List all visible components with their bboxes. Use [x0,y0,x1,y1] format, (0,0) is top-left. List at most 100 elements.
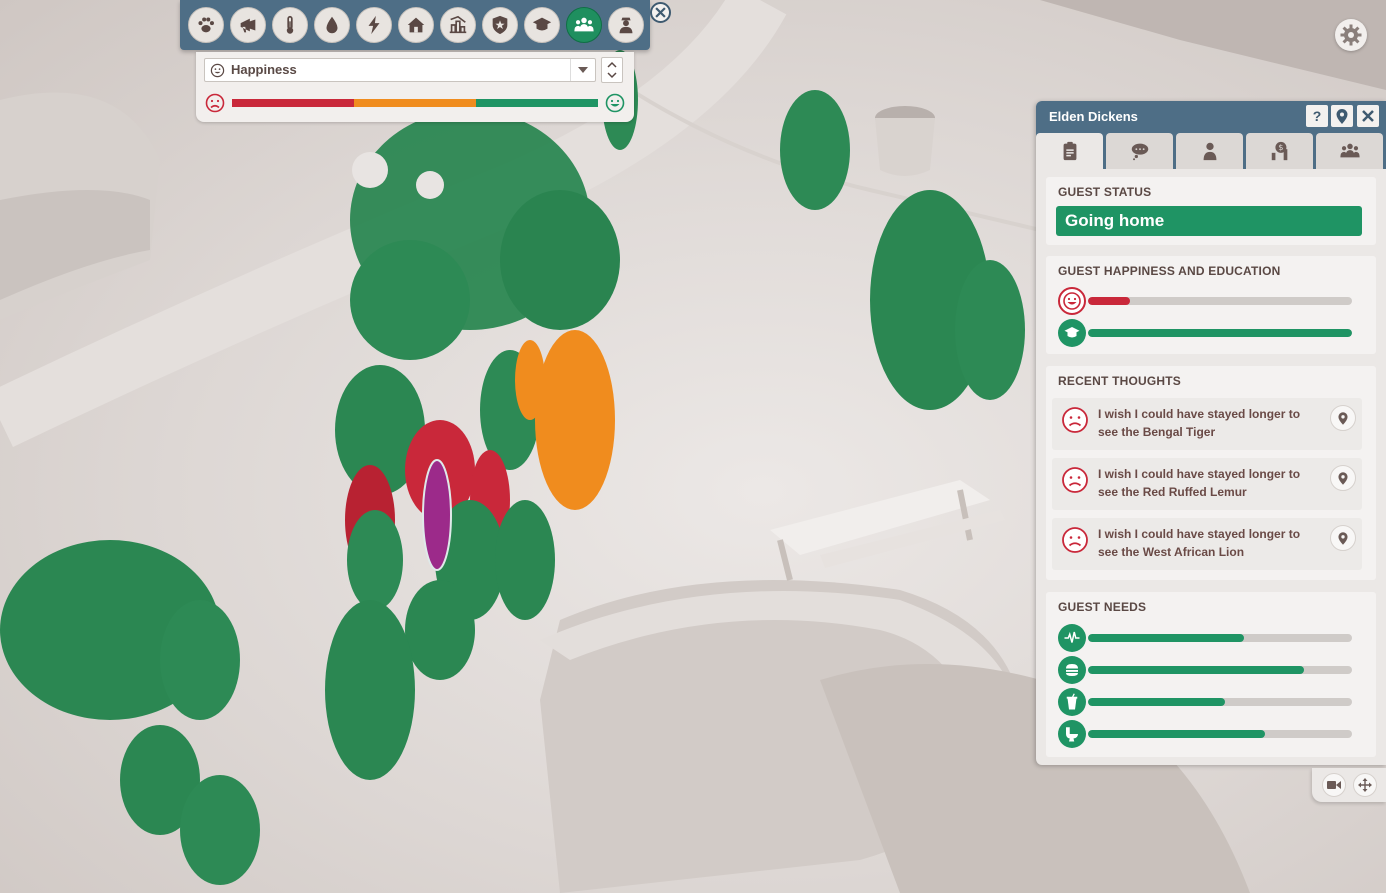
panel-footer [1312,768,1386,802]
economy-overlay-button[interactable] [440,7,476,43]
guest-needs-section: GUEST NEEDS [1046,592,1376,757]
close-panel-button[interactable] [1357,105,1379,127]
legend-segment-unhappy [232,99,354,107]
education-fill [1088,329,1352,337]
legend-segment-happy [476,99,598,107]
thought-item: I wish I could have stayed longer to see … [1052,398,1362,450]
dropdown-arrow[interactable] [570,59,595,81]
locate-thought-button[interactable] [1330,405,1356,431]
thought-text: I wish I could have stayed longer to see … [1098,405,1328,441]
temperature-overlay-button[interactable] [272,7,308,43]
need-meter [1058,688,1364,716]
status-badge: Going home [1056,206,1362,236]
megaphone-overlay-button[interactable] [230,7,266,43]
locate-thought-button[interactable] [1330,525,1356,551]
need-track [1088,730,1352,738]
sad-face-icon [1062,467,1088,493]
need-meter [1058,624,1364,652]
move-panel-button[interactable] [1353,773,1377,797]
need-meter [1058,720,1364,748]
security-overlay-button[interactable] [482,7,518,43]
overlay-type-dropdown[interactable]: Happiness [204,58,596,82]
happiness-fill [1088,297,1131,305]
move-arrows-icon [1358,778,1372,792]
locate-guest-button[interactable] [1331,105,1353,127]
settings-button[interactable] [1335,19,1367,51]
education-overlay-button[interactable] [524,7,560,43]
lightning-icon [368,15,380,35]
power-overlay-button[interactable] [356,7,392,43]
burger-icon [1058,656,1086,684]
shelter-overlay-button[interactable] [398,7,434,43]
location-pin-icon [1338,411,1348,425]
tab-overview[interactable] [1036,133,1103,169]
chevron-down-icon [578,67,588,73]
svg-text:$: $ [1278,142,1283,152]
close-icon [655,7,666,18]
need-track [1088,634,1352,642]
sad-face-icon [205,93,225,113]
paw-overlay-button[interactable] [188,7,224,43]
clipboard-icon [1063,141,1076,161]
overlay-close-button[interactable] [650,2,671,23]
guests-overlay-button[interactable] [566,7,602,43]
toilet-icon [1058,720,1086,748]
happiness-meter [1058,287,1364,315]
thought-item: I wish I could have stayed longer to see … [1052,518,1362,570]
need-fill [1088,698,1226,706]
tab-finances[interactable]: $ [1246,133,1313,169]
overlay-toolbar [180,0,650,50]
staff-overlay-button[interactable] [608,7,644,43]
happiness-education-section: GUEST HAPPINESS AND EDUCATION [1046,256,1376,354]
locate-thought-button[interactable] [1330,465,1356,491]
trash-can [875,106,935,176]
tab-thoughts[interactable] [1106,133,1173,169]
location-pin-icon [1338,471,1348,485]
dropdown-selected-value: Happiness [231,62,297,77]
panel-header: Elden Dickens ? [1036,101,1386,131]
need-meter [1058,656,1364,684]
megaphone-icon [240,18,256,33]
follow-camera-button[interactable] [1322,773,1346,797]
need-fill [1088,666,1305,674]
guest-name: Elden Dickens [1049,109,1138,124]
close-icon [1362,110,1374,122]
water-overlay-button[interactable] [314,7,350,43]
need-fill [1088,730,1265,738]
section-title: GUEST NEEDS [1058,600,1147,614]
gear-icon [1340,24,1362,46]
chart-building-icon [449,15,467,34]
happy-face-icon [1058,287,1086,315]
thought-line-2: see the Red Ruffed Lemur [1098,485,1247,499]
guests-icon [574,17,594,32]
need-track [1088,698,1352,706]
section-title: GUEST STATUS [1058,185,1152,199]
security-badge-icon [492,15,508,35]
legend-segment-neutral [354,99,476,107]
location-pin-icon [1336,108,1348,124]
happiness-track [1088,297,1352,305]
overlay-settings-panel: Happiness [196,52,634,122]
paw-icon [198,17,214,33]
happiness-legend-bar [232,99,598,107]
overlay-stepper[interactable] [601,57,623,83]
graduation-cap-icon [1058,319,1086,347]
tab-guest[interactable] [1176,133,1243,169]
heartbeat-icon [1058,624,1086,652]
panel-tabs: $ [1036,131,1386,169]
education-meter [1058,319,1364,347]
group-icon [1339,143,1360,158]
tab-group[interactable] [1316,133,1383,169]
drink-icon [1058,688,1086,716]
help-button[interactable]: ? [1306,105,1328,127]
need-fill [1088,634,1244,642]
guest-status-section: GUEST STATUS Going home [1046,177,1376,245]
thought-line-2: see the Bengal Tiger [1098,425,1216,439]
video-camera-icon [1327,781,1341,789]
stepper-arrows-icon [607,61,617,79]
thought-line-1: I wish I could have stayed longer to [1098,527,1301,541]
graduation-cap-icon [532,17,552,31]
thought-text: I wish I could have stayed longer to see … [1098,465,1328,501]
thermometer-icon [286,15,294,34]
roof-structure [1040,0,1386,90]
